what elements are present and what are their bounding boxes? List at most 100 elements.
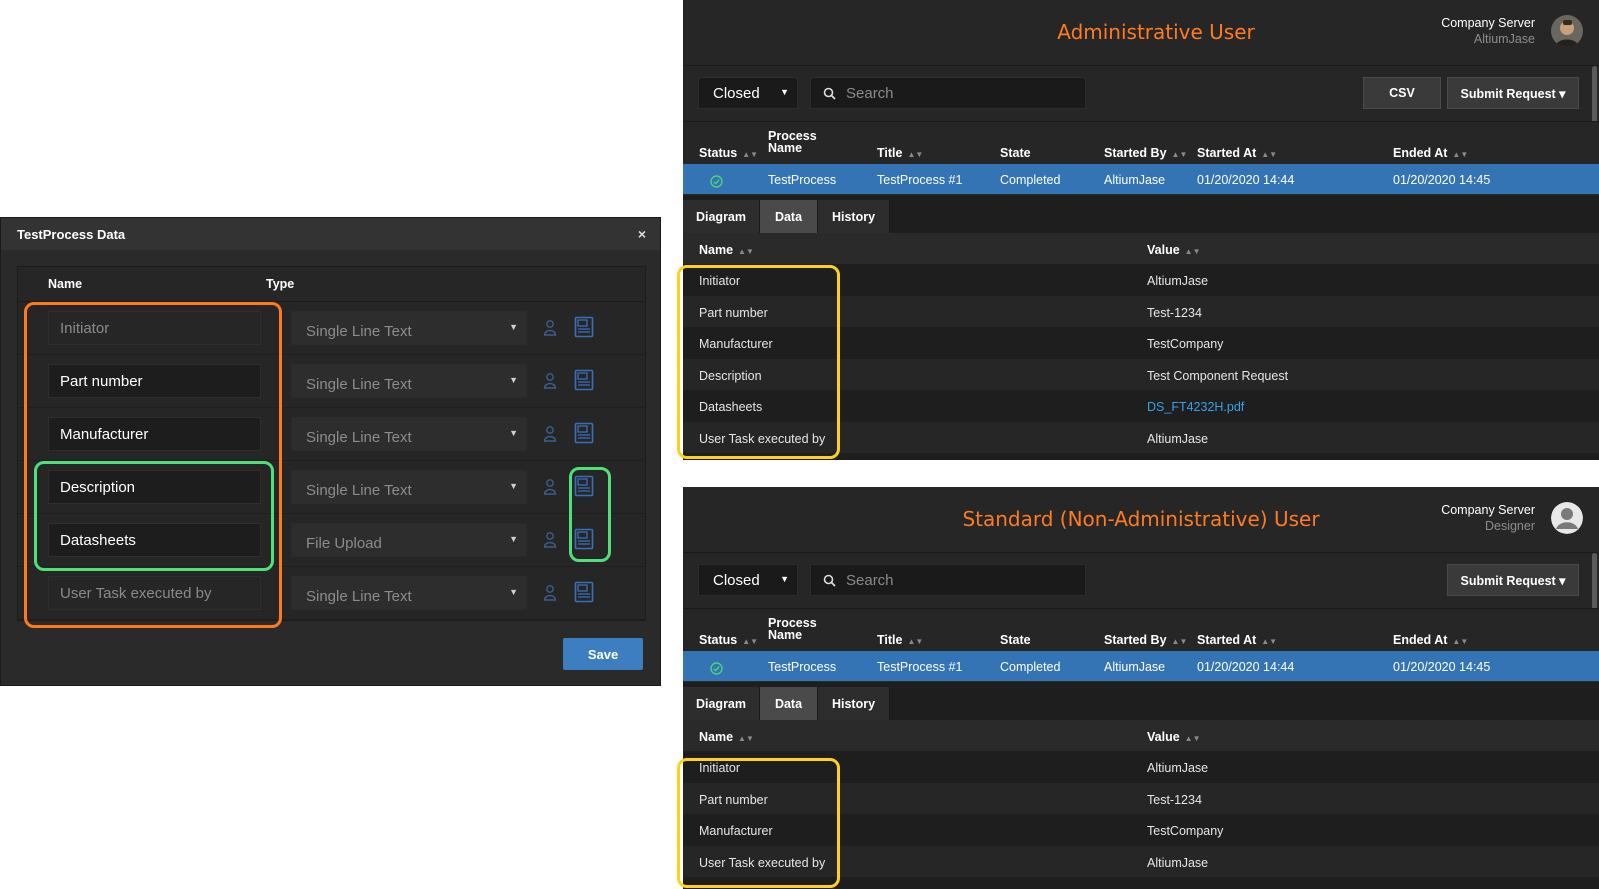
user-icon[interactable] (543, 531, 557, 549)
user-icon[interactable] (543, 478, 557, 496)
tab-diagram[interactable]: Diagram (683, 200, 760, 234)
file-link[interactable]: DS_FT4232H.pdf (1147, 400, 1244, 414)
csv-button[interactable]: CSV (1363, 77, 1441, 109)
field-type-select[interactable]: Single Line Text ▼ (291, 470, 527, 504)
avatar[interactable] (1551, 502, 1583, 534)
user-icon[interactable] (543, 319, 557, 337)
field-type-select[interactable]: Single Line Text ▼ (291, 311, 527, 345)
field-type-select[interactable]: File Upload ▼ (291, 523, 527, 557)
table-row: User Task executed by AltiumJase (683, 845, 1599, 877)
column-header-state[interactable]: State (1000, 633, 1031, 647)
table-row[interactable]: TestProcess TestProcess #1 Completed Alt… (683, 164, 1599, 194)
cell-value: AltiumJase (1147, 431, 1209, 446)
document-icon[interactable] (574, 316, 594, 338)
field-name-input[interactable]: Part number (48, 364, 261, 398)
table-row: User Task executed by AltiumJase (683, 421, 1599, 453)
cell-value: AltiumJase (1147, 855, 1209, 870)
column-header-process-name[interactable]: Process Name (768, 130, 817, 155)
submit-request-button[interactable]: Submit Request ▾ (1447, 77, 1579, 109)
column-header-name[interactable]: Name ▲▼ (699, 243, 754, 257)
column-header-title[interactable]: Title ▲▼ (877, 146, 923, 160)
column-header-ended-at[interactable]: Ended At ▲▼ (1393, 146, 1468, 160)
column-header-started-at[interactable]: Started At ▲▼ (1197, 633, 1277, 647)
column-header-status[interactable]: Status ▲▼ (699, 146, 758, 160)
standard-user-panel: Standard (Non-Administrative) User Compa… (683, 487, 1599, 889)
close-icon[interactable]: × (638, 226, 646, 242)
search-input[interactable] (846, 571, 1066, 589)
cell-title: TestProcess #1 (877, 173, 963, 187)
tab-data[interactable]: Data (760, 200, 818, 234)
status-filter-select[interactable]: Closed ▼ (698, 77, 798, 109)
cell-started-at: 01/20/2020 14:44 (1197, 173, 1295, 187)
user-icon[interactable] (543, 425, 557, 443)
user-icon[interactable] (543, 584, 557, 602)
field-name-input[interactable]: Manufacturer (48, 417, 261, 451)
submit-request-button[interactable]: Submit Request ▾ (1447, 564, 1579, 596)
document-icon[interactable] (574, 581, 594, 603)
field-name-input[interactable]: User Task executed by (48, 576, 261, 610)
document-icon[interactable] (574, 475, 594, 497)
table-row[interactable]: TestProcess TestProcess #1 Completed Alt… (683, 651, 1599, 681)
field-name-input[interactable]: Initiator (48, 311, 261, 345)
toolbar: Closed ▼ Submit Request ▾ (683, 552, 1599, 608)
column-header-process-name[interactable]: Process Name (768, 617, 817, 642)
sort-icon: ▲▼ (1184, 247, 1201, 256)
tab-data[interactable]: Data (760, 687, 818, 721)
cell-name: Datasheets (699, 400, 763, 414)
column-header-started-by[interactable]: Started By ▲▼ (1104, 633, 1187, 647)
server-info: Company Server Designer (1441, 502, 1535, 534)
cell-name: Initiator (699, 274, 740, 288)
field-name-input[interactable]: Datasheets (48, 523, 261, 557)
column-header-state[interactable]: State (1000, 146, 1031, 160)
tab-diagram[interactable]: Diagram (683, 687, 760, 721)
field-type-select[interactable]: Single Line Text ▼ (291, 417, 527, 451)
document-icon[interactable] (574, 369, 594, 391)
search-input[interactable] (846, 84, 1066, 102)
sort-icon: ▲▼ (907, 150, 924, 159)
column-header-started-by[interactable]: Started By ▲▼ (1104, 146, 1187, 160)
column-header-name[interactable]: Name ▲▼ (699, 730, 754, 744)
sort-icon: ▲▼ (1171, 150, 1188, 159)
column-header-name: Name (48, 277, 83, 291)
column-header-status[interactable]: Status ▲▼ (699, 633, 758, 647)
table-row: Part number Test-1234 (683, 782, 1599, 814)
user-name: AltiumJase (1473, 32, 1535, 46)
cell-process-name: TestProcess (768, 173, 837, 187)
cell-value: Test-1234 (1147, 305, 1202, 320)
document-icon[interactable] (574, 528, 594, 550)
search-box[interactable] (810, 564, 1086, 596)
table-row: Initiator AltiumJase (683, 264, 1599, 296)
table-row: Manufacturer TestCompany (683, 814, 1599, 846)
column-header-started-at[interactable]: Started At ▲▼ (1197, 146, 1277, 160)
caret-down-icon: ▼ (509, 322, 518, 332)
user-name: Designer (1484, 519, 1535, 533)
server-name: Company Server (1441, 503, 1535, 517)
field-name-input[interactable]: Description (48, 470, 261, 504)
cell-name: User Task executed by (699, 431, 826, 446)
avatar[interactable] (1551, 15, 1583, 47)
document-icon[interactable] (574, 422, 594, 444)
column-header-value[interactable]: Value ▲▼ (1147, 730, 1201, 744)
dialog-fields-table: Name Type Initiator Single Line Text ▼ Part… (17, 266, 646, 621)
cell-started-by: AltiumJase (1104, 173, 1166, 187)
list-item: Description Single Line Text ▼ (18, 461, 645, 514)
caret-down-icon: ▼ (509, 481, 518, 491)
cell-name: User Task executed by (699, 855, 826, 870)
status-filter-select[interactable]: Closed ▼ (698, 564, 798, 596)
tab-history[interactable]: History (818, 687, 890, 721)
cell-ended-at: 01/20/2020 14:45 (1393, 660, 1491, 674)
sort-icon: ▲▼ (742, 637, 759, 646)
save-button[interactable]: Save (563, 638, 643, 670)
search-box[interactable] (810, 77, 1086, 109)
detail-tabs: Diagram Data History (683, 681, 1599, 721)
column-header-ended-at[interactable]: Ended At ▲▼ (1393, 633, 1468, 647)
field-type-select[interactable]: Single Line Text ▼ (291, 364, 527, 398)
sort-icon: ▲▼ (1261, 637, 1278, 646)
cell-name: Manufacturer (699, 824, 773, 838)
field-type-select[interactable]: Single Line Text ▼ (291, 576, 527, 610)
column-header-value[interactable]: Value ▲▼ (1147, 243, 1201, 257)
user-icon[interactable] (543, 372, 557, 390)
cell-value: Test-1234 (1147, 792, 1202, 807)
tab-history[interactable]: History (818, 200, 890, 234)
column-header-title[interactable]: Title ▲▼ (877, 633, 923, 647)
